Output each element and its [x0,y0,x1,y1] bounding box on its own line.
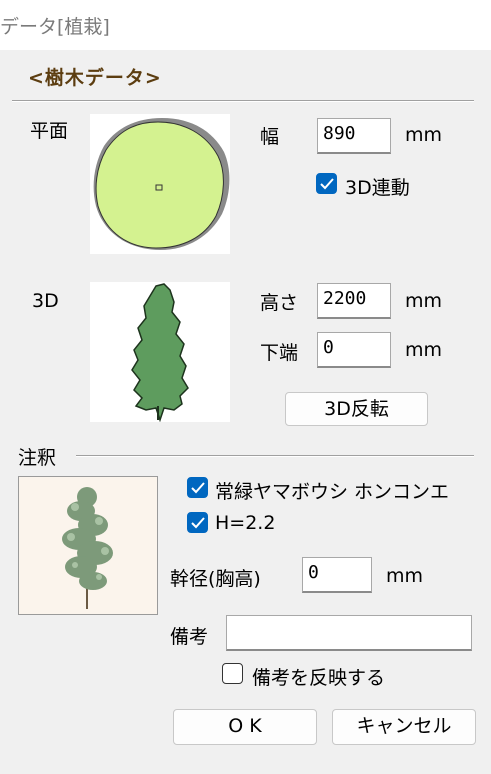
bottom-label: 下端 [260,342,299,364]
trunk-input[interactable]: 0 [302,557,372,593]
check-icon [320,178,334,190]
cancel-button[interactable]: キャンセル [332,709,476,745]
width-unit: mm [405,124,443,146]
flip-3d-button[interactable]: 3D反転 [285,392,428,426]
plan-label: 平面 [30,120,69,142]
link3d-checkbox[interactable] [316,173,337,194]
check-icon [191,482,205,494]
remarks-input[interactable] [226,615,472,651]
height-label: 高さ [260,292,299,314]
bottom-input[interactable]: 0 [317,332,391,368]
tree-image-icon [62,487,113,609]
reflect-remarks-checkbox[interactable] [222,663,243,684]
trunk-unit: mm [386,565,424,587]
height-unit: mm [405,290,443,312]
height-input[interactable]: 2200 [317,283,391,319]
plan-symbol-icon [93,118,230,250]
tree-photo [18,476,158,615]
remarks-label: 備考 [170,626,209,648]
bottom-unit: mm [405,339,443,361]
reflect-remarks-label: 備考を反映する [252,667,386,689]
tree-name-label: 常緑ヤマボウシ ホンコンエ [215,481,450,503]
section-title: <樹木データ> [28,67,162,89]
width-label: 幅 [260,126,280,148]
section-divider [12,100,474,102]
plan-preview [90,114,230,254]
tree-elevation-icon [131,283,189,423]
ok-button[interactable]: O K [173,709,317,745]
annotation-divider [76,455,474,457]
trunk-label: 幹径(胸高) [170,568,261,590]
name-checkbox[interactable] [187,477,208,498]
title-bar: データ[植栽] [0,0,491,50]
3d-preview [90,282,230,423]
link3d-label: 3D連動 [345,177,410,199]
annotation-label: 注釈 [18,447,57,469]
height-text-label: H=2.2 [215,512,276,534]
width-input[interactable]: 890 [317,118,391,154]
window-title: データ[植栽] [0,16,110,38]
check-icon [191,517,205,529]
height-text-checkbox[interactable] [187,512,208,533]
3d-label: 3D [32,290,59,312]
